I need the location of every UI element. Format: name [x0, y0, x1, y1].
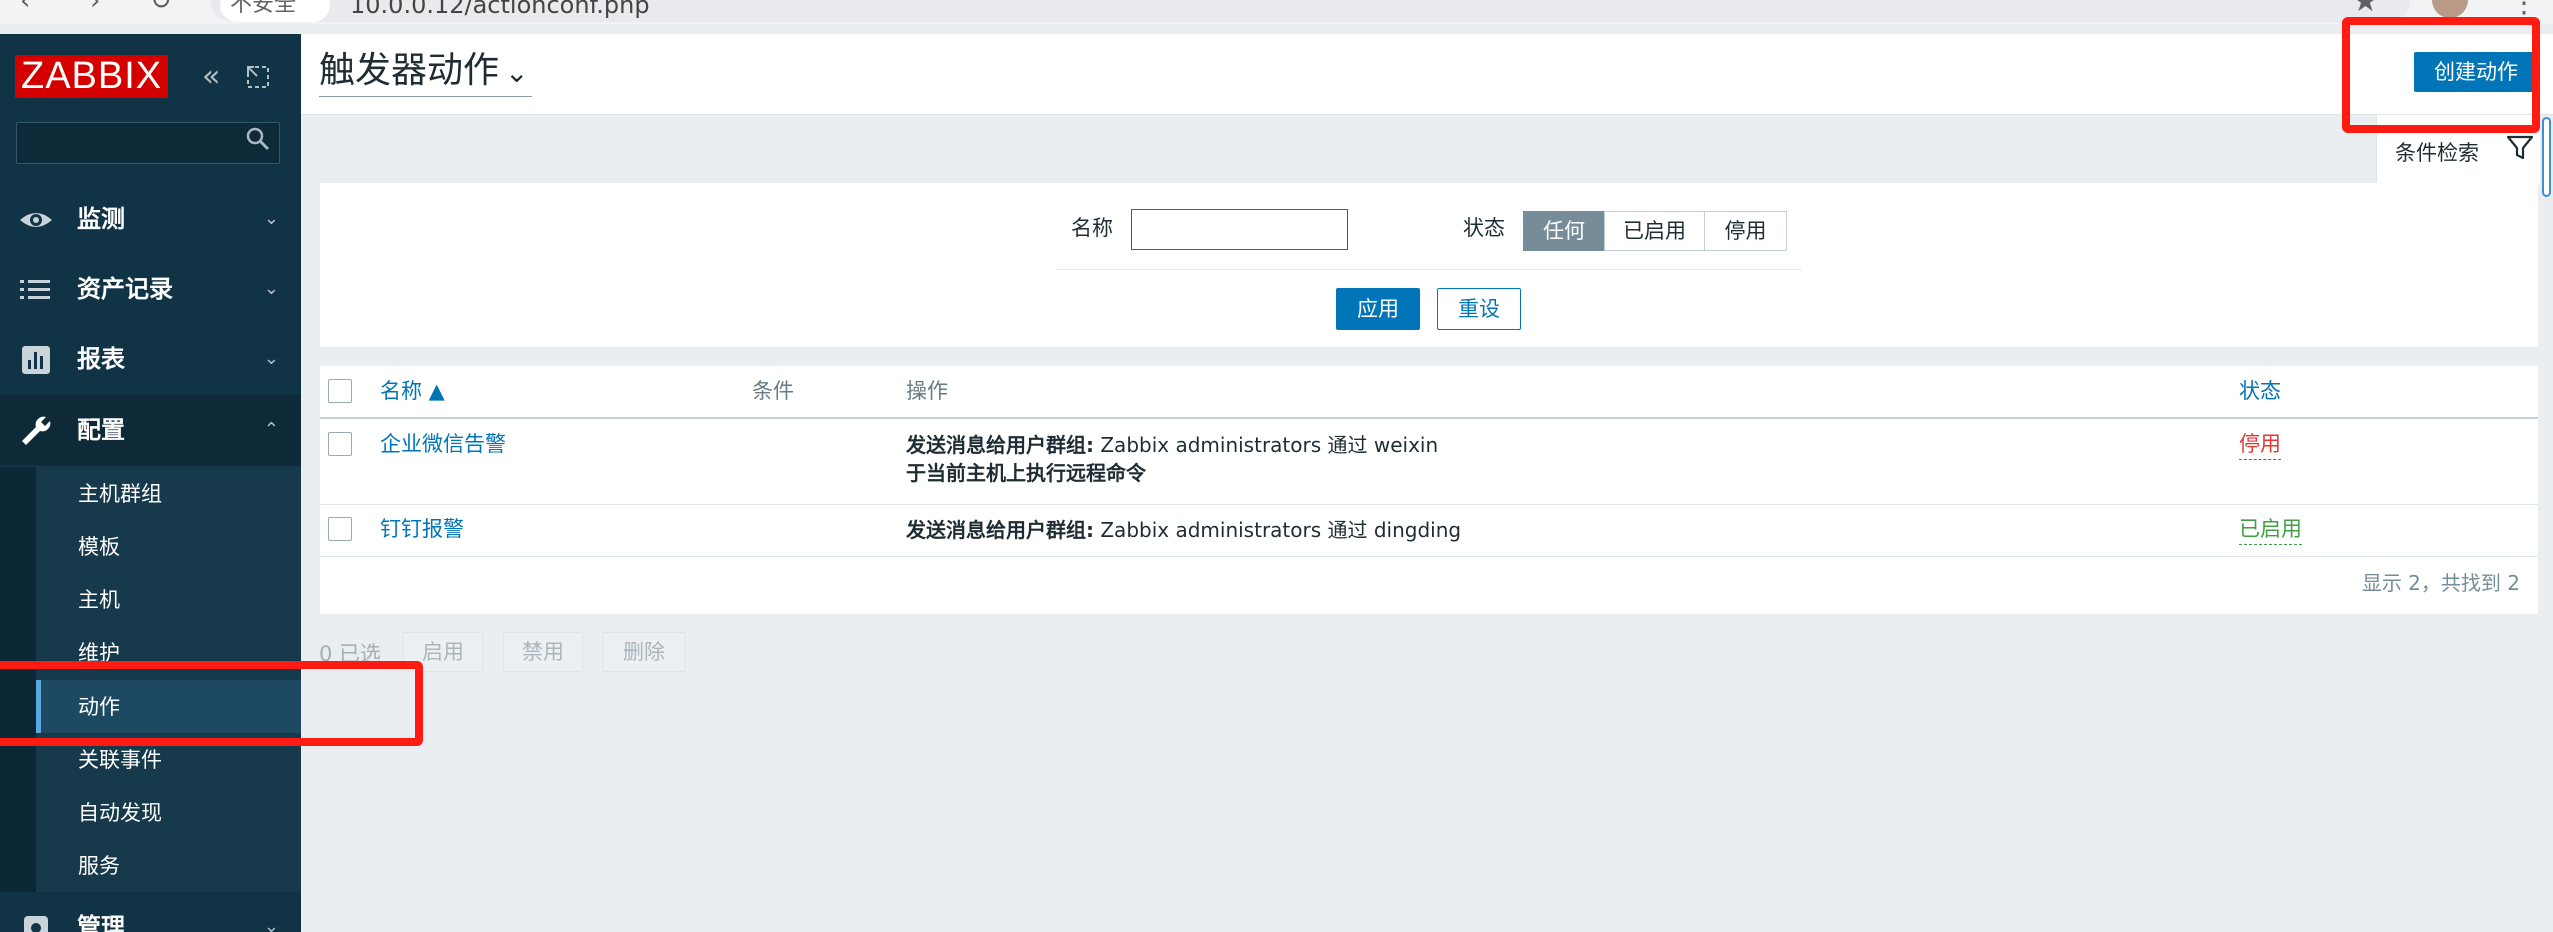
row-checkbox[interactable]	[328, 517, 352, 541]
operation-line: 于当前主机上执行远程命令	[906, 458, 1146, 488]
status-toggle-enabled[interactable]: 已启用	[2239, 514, 2302, 545]
operation-type: 发送消息给用户群组:	[906, 518, 1094, 542]
column-header-operations: 操作	[906, 379, 948, 403]
sidebar-item-label: 配置	[77, 416, 125, 444]
column-header-name[interactable]: 名称 ▲	[380, 376, 445, 406]
submenu-item-host-groups[interactable]: 主机群组	[36, 467, 301, 520]
operation-detail: Zabbix administrators 通过 dingding	[1094, 518, 1462, 542]
sidebar-item-label: 报表	[77, 345, 125, 373]
sidebar-item-inventory[interactable]: 资产记录 ⌄	[0, 254, 301, 324]
eye-icon	[18, 202, 54, 238]
forward-icon[interactable]: ›	[90, 0, 100, 16]
filter-panel: 名称 状态 任何 已启用 停用 应用 重设	[320, 183, 2538, 347]
table-stats: 显示 2，共找到 2	[2361, 571, 2520, 595]
address-bar[interactable]: 不安全 10.0.0.12/actionconf.php	[210, 0, 2410, 22]
submenu-item-label: 关联事件	[78, 748, 162, 772]
filter-divider	[1056, 269, 1802, 270]
avatar[interactable]	[2432, 0, 2468, 18]
submenu-item-hosts[interactable]: 主机	[36, 573, 301, 626]
sidebar-item-label: 资产记录	[77, 275, 173, 303]
name-label: 名称	[1071, 216, 1113, 240]
sidebar-item-monitoring[interactable]: 监测 ⌄	[0, 184, 301, 254]
chevron-down-icon: ⌄	[505, 56, 529, 89]
back-icon[interactable]: ‹	[20, 0, 30, 16]
chevron-down-icon: ⌄	[263, 278, 279, 299]
annotation-highlight-actions	[0, 661, 423, 746]
wrench-icon	[18, 413, 54, 449]
action-name-link[interactable]: 钉钉报警	[380, 514, 464, 544]
submenu-item-label: 主机	[78, 588, 120, 612]
page-header: 触发器动作 ⌄ 创建动作	[301, 34, 2553, 115]
collapse-sidebar-icon[interactable]: «	[202, 62, 220, 92]
chevron-up-icon: ⌃	[263, 419, 279, 440]
chevron-down-icon: ⌄	[263, 348, 279, 369]
sidebar-item-label: 管理	[77, 913, 125, 932]
search-icon[interactable]	[245, 125, 271, 160]
scrollbar-thumb[interactable]	[2542, 117, 2551, 197]
sidebar-item-label: 监测	[77, 205, 125, 233]
submenu-item-label: 服务	[78, 854, 120, 878]
operation-line: 发送消息给用户群组: Zabbix administrators 通过 weix…	[906, 430, 1438, 460]
sidebar-item-reports[interactable]: 报表 ⌄	[0, 324, 301, 394]
row-divider	[320, 504, 2538, 505]
operation-detail: Zabbix administrators 通过 weixin	[1094, 433, 1439, 457]
security-badge[interactable]: 不安全	[220, 0, 330, 22]
kiosk-mode-icon[interactable]	[245, 64, 271, 90]
disable-button[interactable]: 禁用	[503, 632, 583, 672]
select-all-checkbox[interactable]	[328, 379, 352, 403]
submenu-item-services[interactable]: 服务	[36, 839, 301, 892]
filter-tab-label: 条件检索	[2395, 141, 2479, 165]
submenu-item-label: 自动发现	[78, 801, 162, 825]
zabbix-logo[interactable]: ZABBIX	[15, 55, 169, 98]
submenu-item-label: 主机群组	[78, 482, 162, 506]
browser-toolbar: ‹ › ↻ 不安全 10.0.0.12/actionconf.php ★ ⋮	[0, 0, 2553, 24]
operation-type: 于当前主机上执行远程命令	[906, 461, 1146, 485]
page-title-dropdown[interactable]: 触发器动作 ⌄	[319, 48, 533, 97]
status-toggle-disabled[interactable]: 停用	[2239, 429, 2281, 460]
status-option-enabled[interactable]: 已启用	[1604, 211, 1705, 251]
name-filter-input[interactable]	[1131, 209, 1348, 250]
page-scrollbar[interactable]	[2540, 115, 2553, 932]
operation-line: 发送消息给用户群组: Zabbix administrators 通过 ding…	[906, 515, 1461, 545]
delete-button[interactable]: 删除	[603, 632, 685, 672]
chevron-down-icon: ⌄	[263, 916, 279, 932]
status-label: 状态	[1463, 216, 1505, 240]
apply-button[interactable]: 应用	[1336, 288, 1420, 330]
status-option-disabled[interactable]: 停用	[1704, 211, 1787, 251]
sidebar-item-administration[interactable]: 管理 ⌄	[0, 892, 301, 932]
reload-icon[interactable]: ↻	[150, 0, 172, 16]
sidebar-item-configuration[interactable]: 配置 ⌃	[0, 395, 301, 465]
actions-table: 名称 ▲ 条件 操作 状态 企业微信告警 发送消息给用户群组: Zabbix a…	[320, 366, 2538, 614]
status-option-any[interactable]: 任何	[1523, 211, 1605, 251]
column-header-status[interactable]: 状态	[2239, 376, 2281, 406]
submenu-item-templates[interactable]: 模板	[36, 520, 301, 573]
page-title: 触发器动作	[319, 50, 500, 91]
filter-icon	[2505, 133, 2535, 168]
column-header-conditions: 条件	[752, 379, 794, 403]
sidebar: ZABBIX « 监测 ⌄ 资产记录 ⌄ 报表 ⌄ 配置 ⌃ 主机群组 模板 主…	[0, 34, 301, 932]
bar-chart-icon	[18, 342, 54, 378]
action-name-link[interactable]: 企业微信告警	[380, 429, 506, 459]
chevron-down-icon: ⌄	[263, 208, 279, 229]
sidebar-search-input[interactable]	[16, 122, 280, 164]
header-divider	[320, 417, 2538, 419]
gear-icon	[18, 910, 54, 932]
url-text[interactable]: 10.0.0.12/actionconf.php	[350, 0, 650, 22]
list-icon	[18, 272, 54, 308]
annotation-highlight-create	[2342, 17, 2540, 133]
row-divider	[320, 556, 2538, 557]
row-checkbox[interactable]	[328, 432, 352, 456]
submenu-item-label: 模板	[78, 535, 120, 559]
operation-type: 发送消息给用户群组:	[906, 433, 1094, 457]
reset-button[interactable]: 重设	[1437, 288, 1521, 330]
submenu-item-discovery[interactable]: 自动发现	[36, 786, 301, 839]
